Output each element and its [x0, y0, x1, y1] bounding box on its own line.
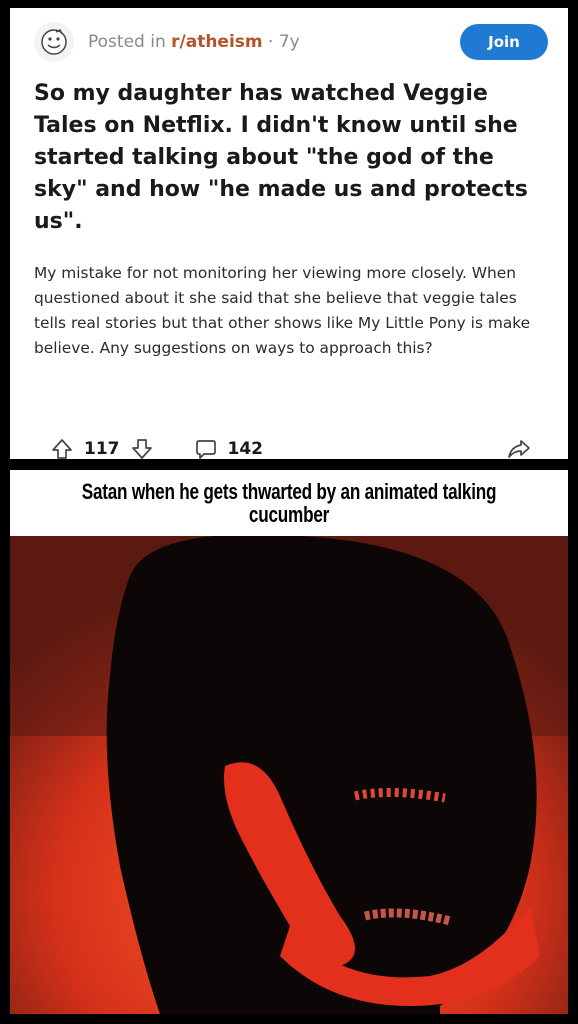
post-age: · 7y: [262, 32, 300, 52]
vote-control: 117: [50, 426, 154, 472]
share-icon: [506, 437, 532, 461]
subreddit-link[interactable]: r/atheism: [171, 32, 262, 52]
comments-button[interactable]: 142: [194, 426, 274, 472]
post-title[interactable]: So my daughter has watched Veggie Tales …: [34, 78, 544, 238]
reddit-post-card: Posted in r/atheism · 7y Join So my daug…: [10, 8, 568, 459]
posted-prefix: Posted in: [88, 32, 172, 52]
join-button[interactable]: Join: [460, 24, 548, 60]
post-header: Posted in r/atheism · 7y Join: [34, 20, 548, 64]
post-meta: Posted in r/atheism · 7y: [88, 32, 300, 52]
comment-count: 142: [227, 439, 264, 459]
post-actions: 117 142: [34, 426, 544, 472]
share-button[interactable]: [506, 437, 532, 461]
comment-icon: [194, 437, 218, 461]
meme-caption: Satan when he gets thwarted by an animat…: [10, 470, 568, 536]
arrow-down-icon[interactable]: [130, 437, 154, 461]
upvote-count: 117: [84, 439, 120, 459]
meme-caption-text: Satan when he gets thwarted by an animat…: [81, 479, 497, 527]
satan-screaming-image: [10, 536, 568, 1014]
atheism-icon[interactable]: [34, 22, 74, 62]
post-body: My mistake for not monitoring her viewin…: [34, 264, 531, 357]
arrow-up-icon[interactable]: [50, 437, 74, 461]
satan-figure-illustration: [10, 536, 568, 1014]
